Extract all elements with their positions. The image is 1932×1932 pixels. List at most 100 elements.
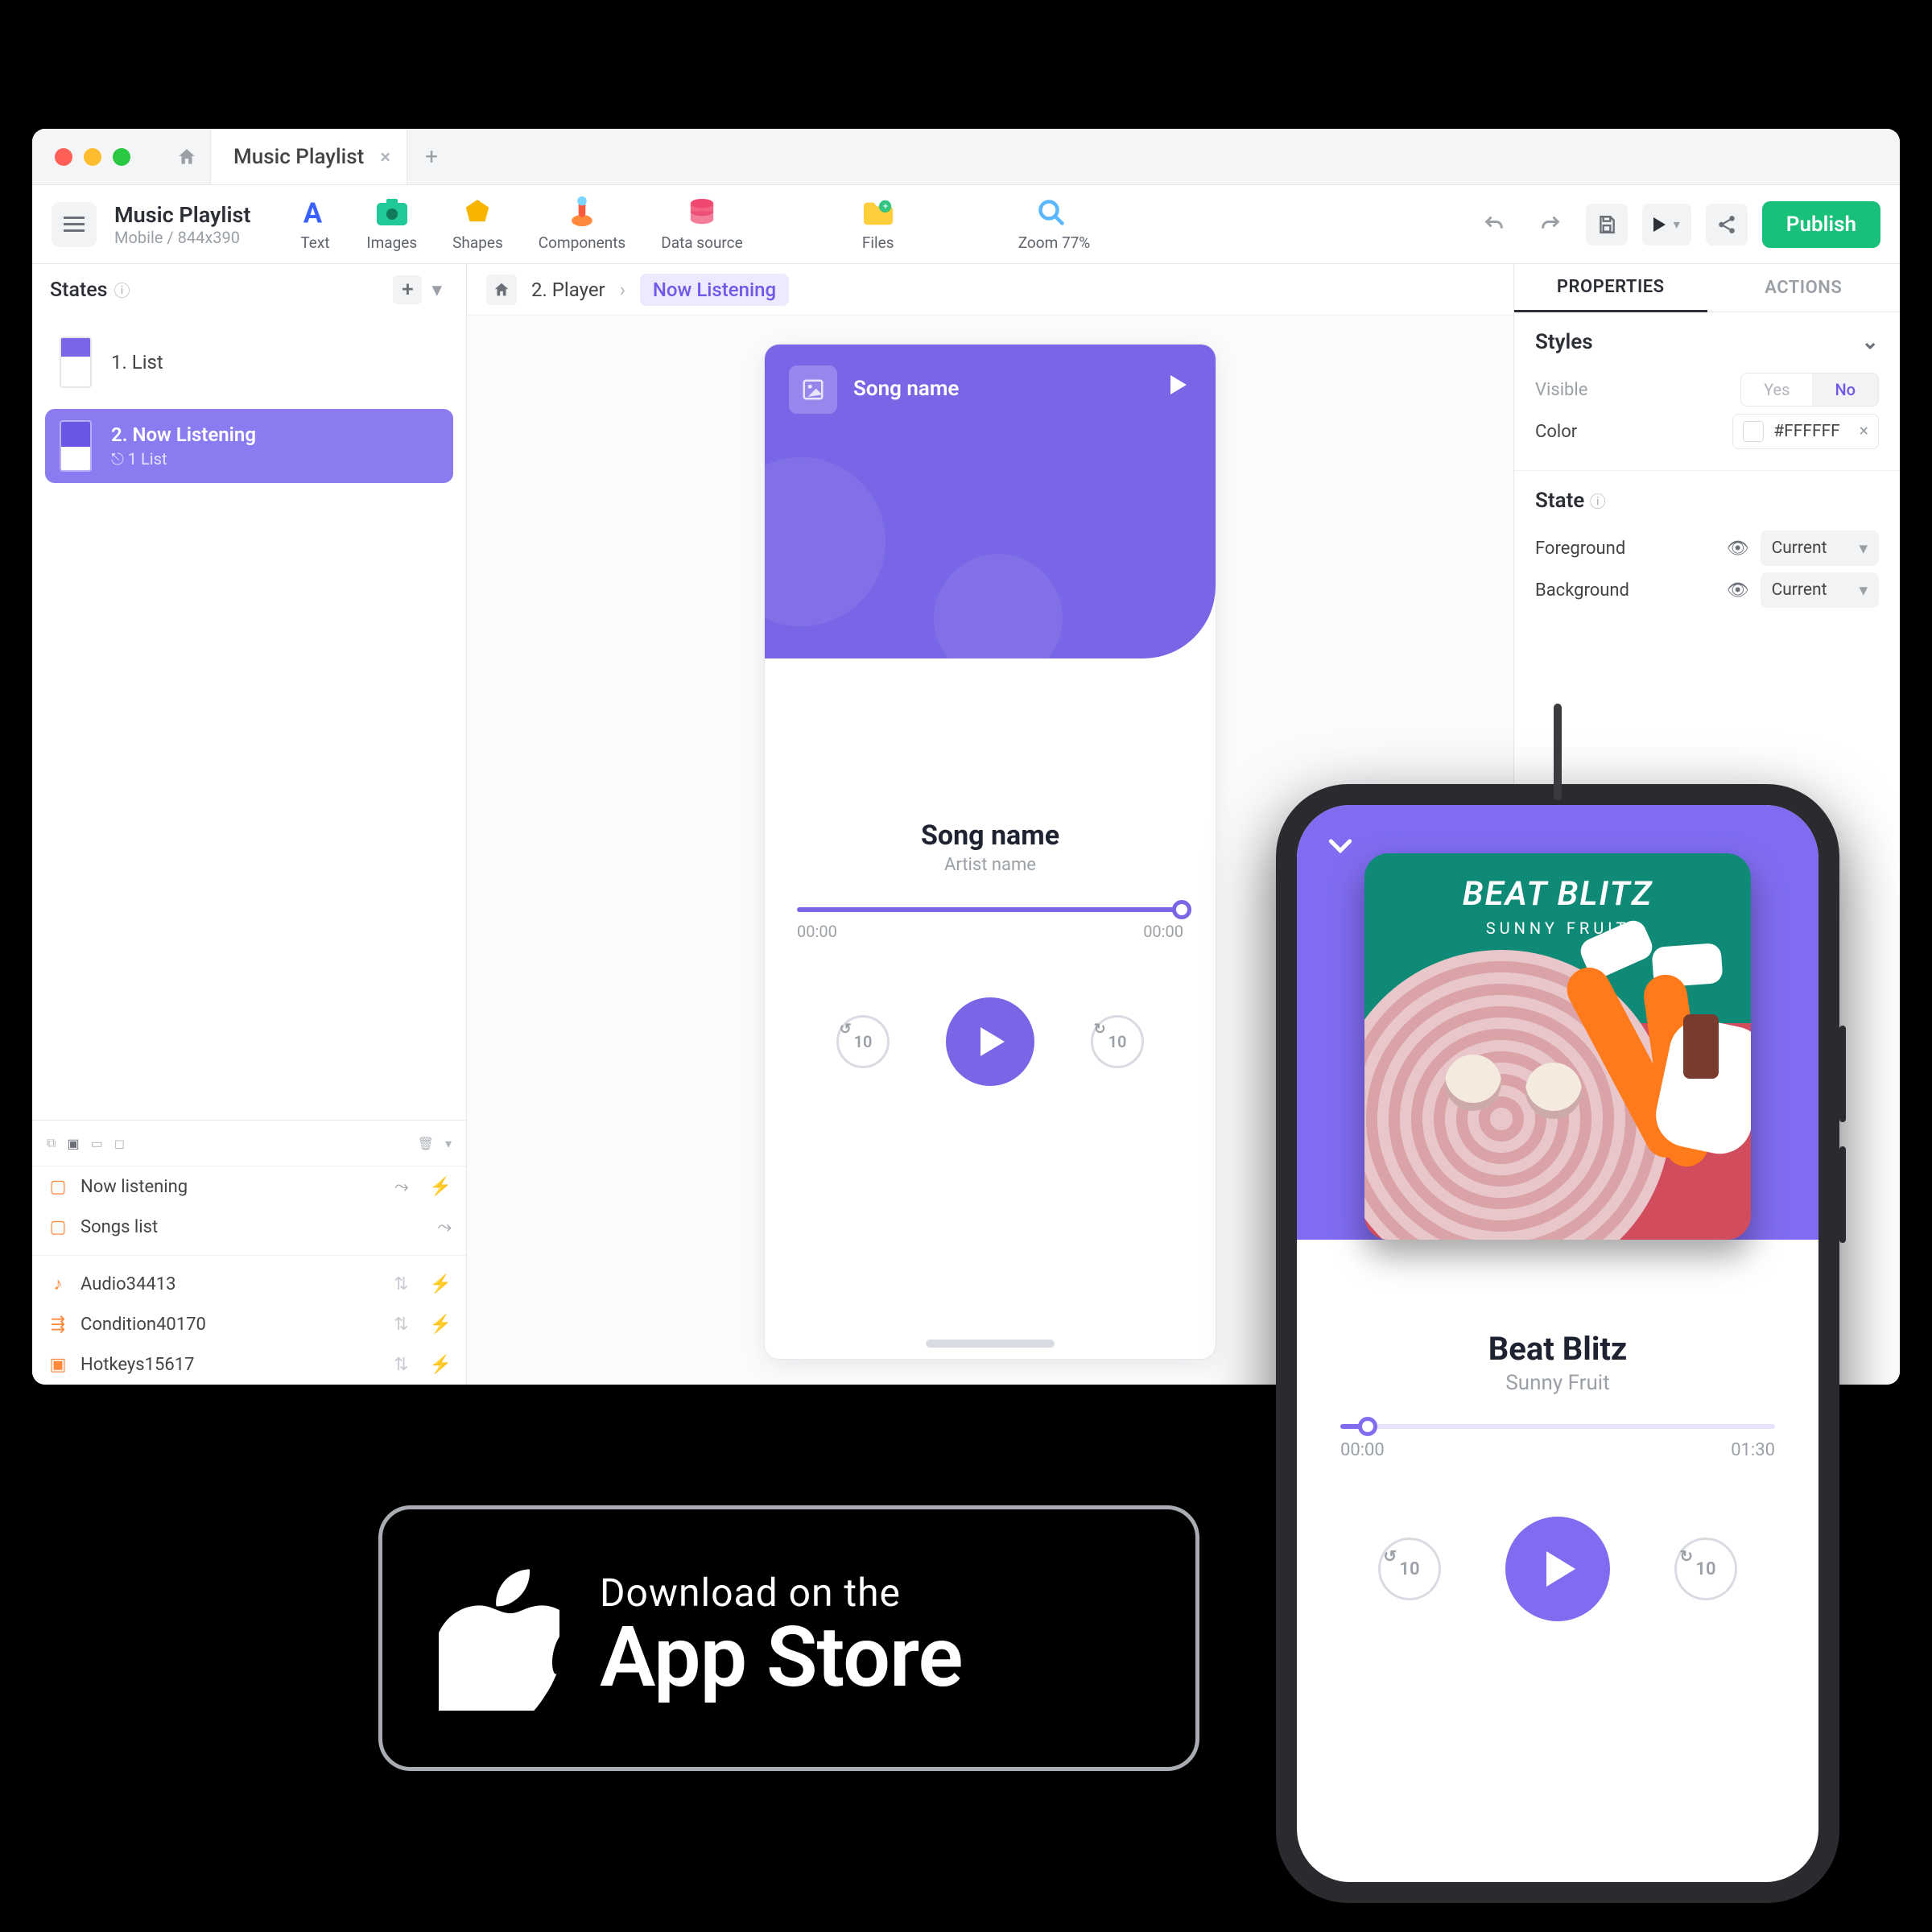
- section-heading: State: [1535, 489, 1584, 513]
- project-name-block[interactable]: Music Playlist Mobile / 844x390: [114, 202, 250, 247]
- tab-actions[interactable]: ACTIONS: [1707, 264, 1901, 312]
- state-item-list[interactable]: 1. List: [45, 325, 453, 399]
- breadcrumb-home[interactable]: [486, 275, 517, 305]
- state-toggle-icon[interactable]: ⤳: [437, 1217, 452, 1237]
- new-tab-button[interactable]: +: [407, 129, 456, 184]
- help-icon[interactable]: ⓘ: [114, 281, 130, 300]
- save-button[interactable]: [1586, 204, 1628, 246]
- tool-files[interactable]: + Files: [862, 196, 894, 252]
- chevron-down-icon: ▾: [1859, 539, 1868, 559]
- hero-song-name: Song name: [853, 377, 959, 401]
- state-item-now-listening[interactable]: 2. Now Listening 1 List: [45, 409, 453, 483]
- layer-item[interactable]: ▣ Hotkeys15617 ⇅⚡: [32, 1344, 466, 1385]
- redo-button[interactable]: [1530, 204, 1571, 246]
- layers-toolbar: ⧉ ▣ ▭ ◻ 🗑 ▾: [32, 1121, 466, 1166]
- album-art[interactable]: BEAT BLITZ SUNNY FRUIT: [1364, 853, 1751, 1240]
- background-select[interactable]: Current ▾: [1761, 572, 1879, 608]
- window-close-button[interactable]: [55, 148, 72, 166]
- menu-button[interactable]: [52, 202, 97, 247]
- publish-button[interactable]: Publish: [1762, 201, 1880, 248]
- layer-item[interactable]: ⇶ Condition40170 ⇅⚡: [32, 1304, 466, 1344]
- bolt-icon[interactable]: ⚡: [430, 1274, 452, 1294]
- paste-icon[interactable]: ▭: [91, 1136, 103, 1151]
- undo-button[interactable]: [1473, 204, 1515, 246]
- copy-icon[interactable]: ⧉: [47, 1135, 56, 1151]
- app-store-badge[interactable]: Download on the App Store: [378, 1505, 1199, 1771]
- tab-properties[interactable]: PROPERTIES: [1514, 264, 1707, 312]
- play-button[interactable]: [1505, 1517, 1610, 1621]
- home-icon: [176, 147, 197, 167]
- select-value: Current: [1772, 580, 1827, 600]
- hero-banner: Song name: [765, 345, 1216, 658]
- duplicate-icon[interactable]: ◻: [114, 1136, 125, 1151]
- tool-zoom[interactable]: Zoom 77%: [1013, 196, 1091, 252]
- link-icon[interactable]: ⇅: [394, 1315, 408, 1335]
- states-heading: States: [50, 279, 108, 302]
- skip-back-button[interactable]: ↺10: [836, 1015, 890, 1068]
- help-icon[interactable]: ⓘ: [1590, 492, 1606, 511]
- toggle-yes[interactable]: Yes: [1741, 374, 1812, 406]
- tool-images[interactable]: Images: [366, 196, 417, 252]
- frame-icon: ▢: [47, 1177, 69, 1197]
- back-button[interactable]: [1324, 829, 1356, 861]
- select-value: Current: [1772, 539, 1827, 558]
- window-minimize-button[interactable]: [84, 148, 101, 166]
- chevron-down-icon[interactable]: ⌄: [1861, 330, 1879, 354]
- file-tab[interactable]: Music Playlist ×: [211, 129, 407, 184]
- progress-bar[interactable]: 00:00 00:00: [797, 907, 1183, 941]
- time-total: 00:00: [1143, 922, 1183, 941]
- toggle-no[interactable]: No: [1812, 374, 1878, 406]
- more-icon[interactable]: ▾: [445, 1136, 452, 1151]
- preview-button[interactable]: ▾: [1642, 204, 1691, 246]
- play-button[interactable]: [946, 997, 1034, 1086]
- zoom-icon: [1035, 196, 1067, 229]
- skip-forward-button[interactable]: ↻10: [1674, 1538, 1737, 1600]
- play-icon: [980, 1027, 1005, 1056]
- inspector-tabs: PROPERTIES ACTIONS: [1514, 264, 1900, 312]
- svg-text:+: +: [882, 200, 887, 212]
- layer-item[interactable]: ▢ Songs list ⤳: [32, 1207, 466, 1247]
- skip-forward-button[interactable]: ↻10: [1091, 1015, 1144, 1068]
- clear-color-button[interactable]: ×: [1860, 422, 1868, 441]
- color-swatch[interactable]: [1743, 421, 1764, 442]
- layer-item[interactable]: ♪ Audio34413 ⇅⚡: [32, 1264, 466, 1304]
- bolt-icon[interactable]: ⚡: [430, 1355, 452, 1375]
- delete-icon[interactable]: 🗑: [418, 1136, 434, 1151]
- color-input[interactable]: #FFFFFF ×: [1732, 414, 1879, 449]
- share-button[interactable]: [1706, 204, 1748, 246]
- visible-toggle[interactable]: Yes No: [1740, 373, 1879, 407]
- state-options-button[interactable]: ▾: [425, 278, 448, 302]
- breadcrumb-current[interactable]: Now Listening: [640, 274, 789, 306]
- visibility-icon[interactable]: 👁: [1727, 539, 1749, 559]
- tool-components[interactable]: Components: [539, 196, 625, 252]
- device-preview[interactable]: Song name Song name Artist name: [765, 345, 1216, 1359]
- hotkey-icon: ▣: [47, 1355, 69, 1375]
- link-icon[interactable]: ⇅: [394, 1274, 408, 1294]
- home-tab[interactable]: [163, 129, 211, 184]
- foreground-select[interactable]: Current ▾: [1761, 530, 1879, 566]
- apple-logo-icon: [439, 1566, 559, 1711]
- phone-hero: BEAT BLITZ SUNNY FRUIT: [1297, 805, 1818, 1240]
- breadcrumb-item[interactable]: 2. Player: [531, 279, 605, 301]
- tab-bar: Music Playlist × +: [163, 129, 456, 184]
- layers-stack-icon[interactable]: ▣: [67, 1136, 79, 1151]
- layer-item[interactable]: ▢ Now listening ⤳⚡: [32, 1166, 466, 1207]
- progress-knob[interactable]: [1172, 900, 1191, 919]
- bolt-icon[interactable]: ⚡: [430, 1315, 452, 1335]
- window-maximize-button[interactable]: [113, 148, 130, 166]
- drag-handle[interactable]: [926, 1340, 1055, 1348]
- add-state-button[interactable]: +: [393, 275, 422, 304]
- tool-text-label: Text: [300, 233, 329, 252]
- state-toggle-icon[interactable]: ⤳: [394, 1177, 409, 1197]
- link-icon[interactable]: ⇅: [394, 1355, 408, 1375]
- visibility-icon[interactable]: 👁: [1727, 580, 1749, 601]
- tool-text[interactable]: A Text: [299, 196, 331, 252]
- phone-progress-bar[interactable]: 00:00 01:30: [1340, 1424, 1775, 1460]
- progress-knob[interactable]: [1358, 1417, 1377, 1436]
- close-tab-button[interactable]: ×: [380, 146, 390, 168]
- tool-datasource[interactable]: Data source: [661, 196, 742, 252]
- skip-back-button[interactable]: ↺10: [1378, 1538, 1441, 1600]
- hero-play-button[interactable]: [1170, 375, 1187, 394]
- bolt-icon[interactable]: ⚡: [430, 1177, 452, 1197]
- tool-shapes[interactable]: Shapes: [452, 196, 503, 252]
